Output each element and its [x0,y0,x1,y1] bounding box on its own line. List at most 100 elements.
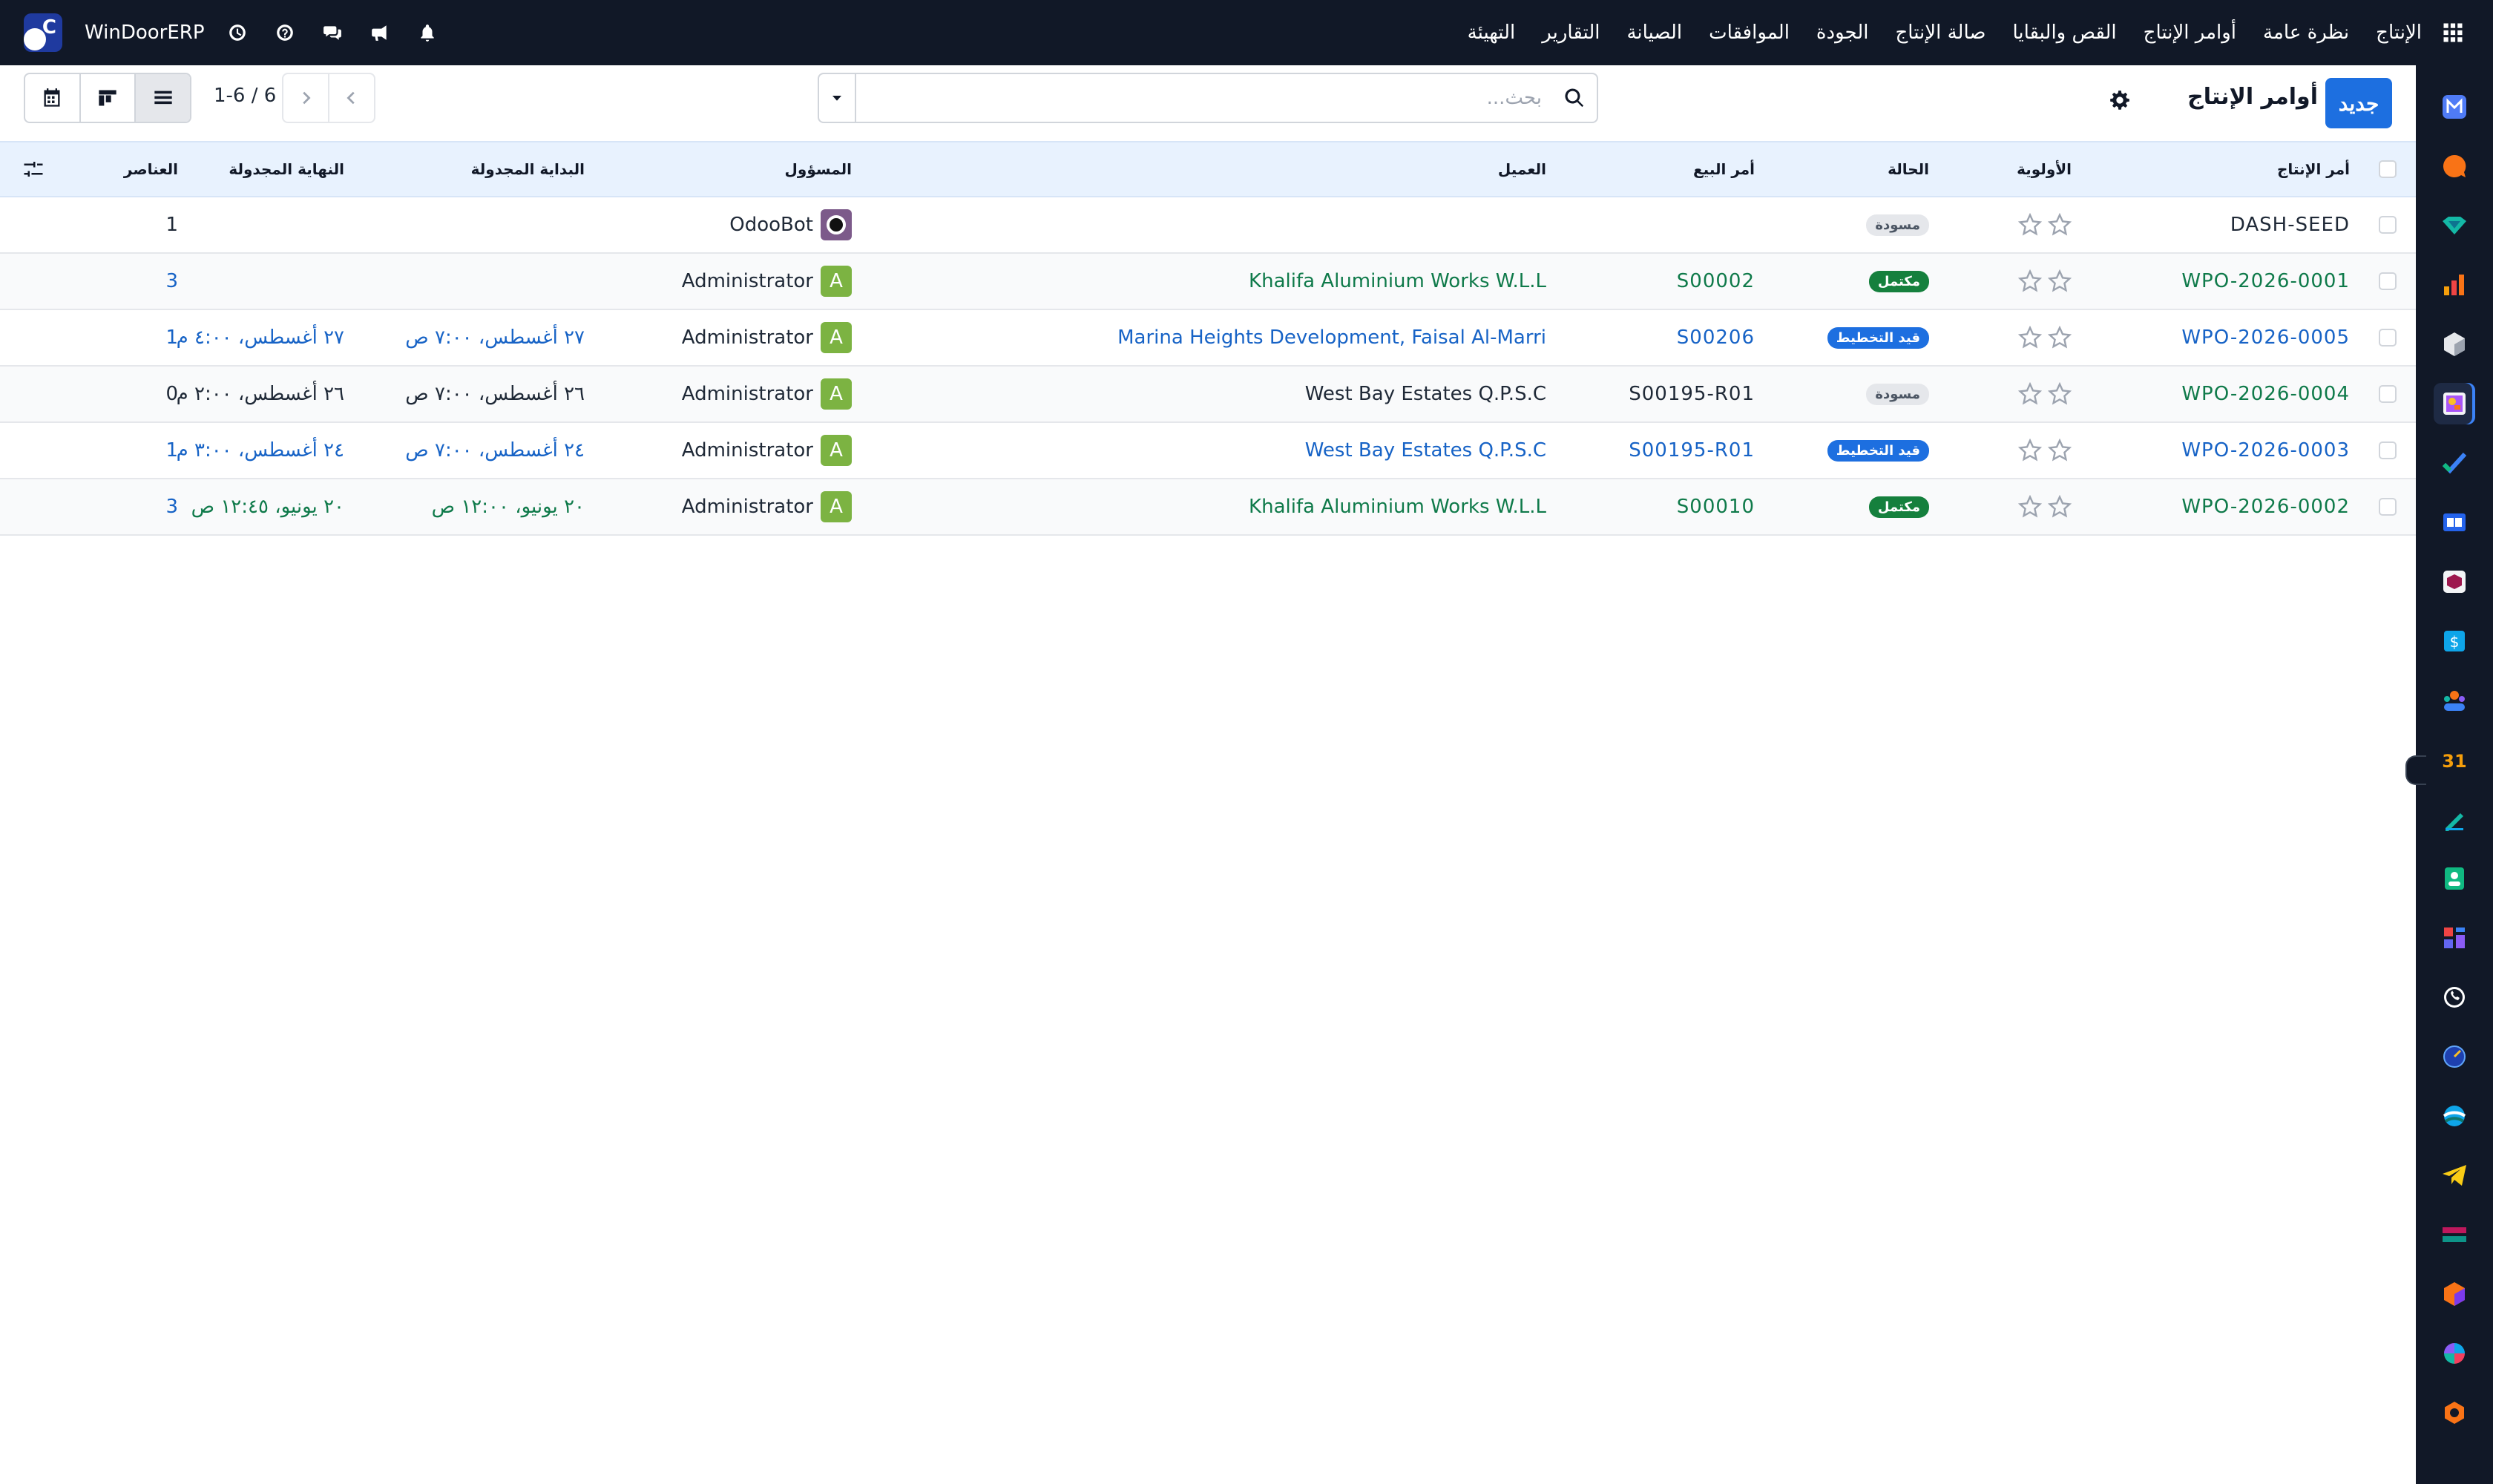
order-reference[interactable]: WPO-2026-0002 [2181,479,2350,534]
column-header-customer[interactable]: العميل [1498,142,1546,196]
apps-app-icon[interactable] [2434,1333,2475,1374]
column-settings-icon[interactable] [22,142,45,196]
priority-stars[interactable] [2018,479,2072,534]
menu-production[interactable]: الإنتاج [2362,22,2426,44]
whatsapp-app-icon[interactable] [2434,976,2475,1018]
table-row[interactable]: WPO-2026-0005 قيد التخطيط S00206 Marina Hei… [0,310,2416,367]
mail-app-icon[interactable] [2434,86,2475,128]
spreadsheet-app-icon[interactable] [2434,917,2475,959]
row-checkbox[interactable] [2373,310,2402,365]
customer[interactable]: West Bay Estates Q.P.S.C [1305,367,1546,421]
row-checkbox[interactable] [2373,254,2402,309]
customer[interactable]: Khalifa Aluminium Works W.L.L [1249,479,1546,534]
menu-quality[interactable]: الجودة [1803,22,1882,44]
sale-order[interactable]: S00002 [1677,254,1755,309]
website-app-icon[interactable] [2434,1095,2475,1137]
gear-icon[interactable] [2109,90,2130,111]
customer[interactable]: Marina Heights Development, Faisal Al-Ma… [1117,310,1546,365]
clock-icon[interactable] [223,18,252,47]
inventory-app-icon[interactable] [2434,324,2475,365]
responsible[interactable]: Administrator A [682,254,852,309]
table-row[interactable]: WPO-2026-0001 مكتمل S00002 Khalifa Aluminiu… [0,254,2416,310]
pager-value[interactable]: 1-6 / 6 [214,85,276,107]
table-row[interactable]: DASH-SEED مسودة OdooBot 1 [0,197,2416,254]
row-checkbox[interactable] [2373,197,2402,252]
menu-reports[interactable]: التقارير [1528,22,1613,44]
sale-order[interactable]: S00195-R01 [1629,367,1755,421]
search-input[interactable] [856,76,1552,120]
menu-production-orders[interactable]: أوامر الإنتاج [2130,22,2250,44]
order-reference[interactable]: WPO-2026-0001 [2181,254,2350,309]
pager-next-button[interactable] [283,74,329,122]
discuss-app-icon[interactable] [2434,145,2475,187]
order-reference[interactable]: WPO-2026-0004 [2181,367,2350,421]
column-header-priority[interactable]: الأولوية [2017,142,2072,196]
menu-configuration[interactable]: التهيئة [1454,22,1529,44]
notes-app-icon[interactable] [2434,798,2475,840]
list-view-button[interactable] [136,74,190,122]
company-name[interactable]: WinDoorERP [85,22,205,44]
column-header-responsible[interactable]: المسؤول [785,142,852,196]
search-icon[interactable] [1552,87,1597,109]
priority-stars[interactable] [2018,197,2072,252]
column-header-scheduled-end[interactable]: النهاية المجدولة [229,142,344,196]
invoicing-app-icon[interactable]: $ [2434,620,2475,662]
select-all-checkbox[interactable] [2373,142,2402,196]
customer[interactable]: Khalifa Aluminium Works W.L.L [1249,254,1546,309]
column-header-status[interactable]: الحالة [1888,142,1929,196]
help-icon[interactable] [270,18,300,47]
order-reference[interactable]: WPO-2026-0005 [2181,310,2350,365]
priority-stars[interactable] [2018,310,2072,365]
search-options-toggle[interactable] [819,74,856,122]
column-header-items[interactable]: العناصر [124,142,178,196]
kanban-view-button[interactable] [81,74,137,122]
order-reference[interactable]: WPO-2026-0003 [2181,423,2350,478]
menu-maintenance[interactable]: الصيانة [1613,22,1695,44]
row-checkbox[interactable] [2373,367,2402,421]
contacts-app-icon[interactable] [2434,858,2475,899]
new-button[interactable]: جديد [2325,78,2392,128]
table-row[interactable]: WPO-2026-0004 مسودة S00195-R01 West Bay Est… [0,367,2416,423]
priority-stars[interactable] [2018,423,2072,478]
telegram-app-icon[interactable] [2434,1155,2475,1196]
pager-previous-button[interactable] [329,74,374,122]
knowledge-app-icon[interactable] [2434,502,2475,543]
menu-production-floor[interactable]: صالة الإنتاج [1882,22,1999,44]
table-row[interactable]: WPO-2026-0002 مكتمل S00010 Khalifa Aluminiu… [0,479,2416,536]
column-header-scheduled-start[interactable]: البداية المجدولة [471,142,585,196]
todo-app-icon[interactable] [2434,442,2475,484]
product-app-icon[interactable] [2434,561,2475,603]
bell-icon[interactable] [413,18,442,47]
row-checkbox[interactable] [2373,423,2402,478]
apps-grid-icon[interactable] [2435,15,2471,50]
sale-order[interactable]: S00010 [1677,479,1755,534]
sign-app-icon[interactable] [2434,205,2475,246]
sale-order[interactable]: S00195-R01 [1629,423,1755,478]
responsible[interactable]: OdooBot [729,197,852,252]
calendar-app-icon[interactable]: 31 [2434,739,2475,781]
column-header-order[interactable]: أمر الإنتاج [2277,142,2350,196]
column-header-sale-order[interactable]: أمر البيع [1693,142,1755,196]
menu-cutting-remnants[interactable]: القص والبقايا [1999,22,2129,44]
priority-stars[interactable] [2018,367,2072,421]
responsible[interactable]: Administrator A [682,423,852,478]
order-reference[interactable]: DASH-SEED [2230,197,2350,252]
menu-overview[interactable]: نظرة عامة [2250,22,2362,44]
settings-app-icon[interactable] [2434,1392,2475,1434]
manufacturing-app-icon[interactable] [2434,1273,2475,1315]
responsible[interactable]: Administrator A [682,479,852,534]
row-checkbox[interactable] [2373,479,2402,534]
clock-app-icon[interactable] [2434,1036,2475,1077]
payroll-app-icon[interactable] [2434,1214,2475,1255]
responsible[interactable]: Administrator A [682,310,852,365]
calendar-view-button[interactable] [25,74,81,122]
company-logo[interactable]: C [24,13,62,52]
megaphone-icon[interactable] [365,18,395,47]
menu-approvals[interactable]: الموافقات [1695,22,1803,44]
responsible[interactable]: Administrator A [682,367,852,421]
dashboards-app-icon[interactable] [2434,264,2475,306]
table-row[interactable]: WPO-2026-0003 قيد التخطيط S00195-R01 West B… [0,423,2416,479]
chat-icon[interactable] [318,18,347,47]
customer[interactable]: West Bay Estates Q.P.S.C [1305,423,1546,478]
sidebar-collapse-toggle[interactable] [2405,755,2426,785]
